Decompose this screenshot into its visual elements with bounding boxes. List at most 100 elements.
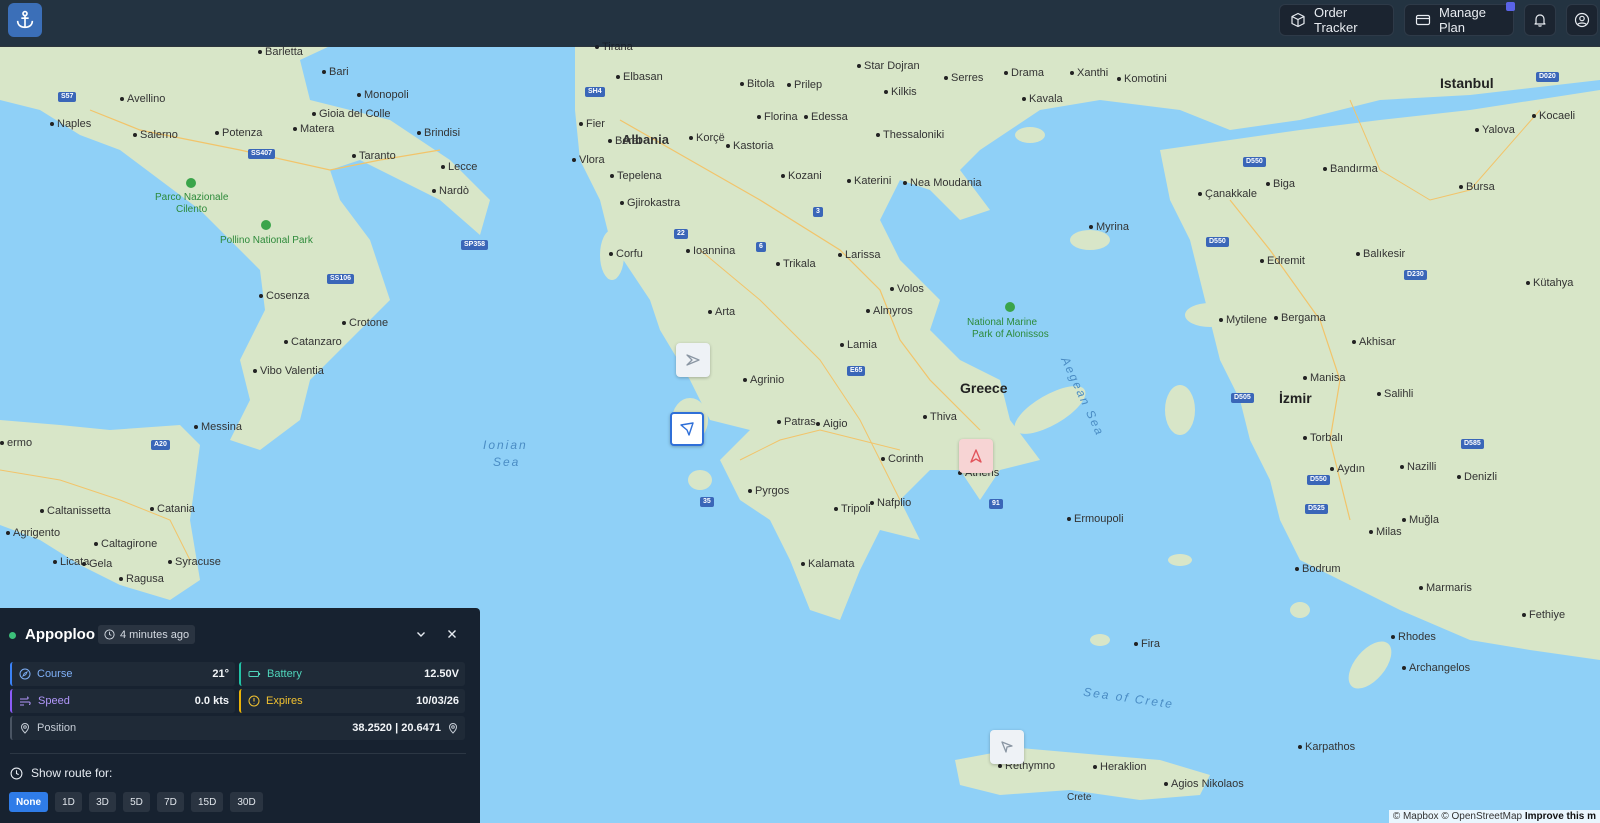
improve-map-link[interactable]: Improve this m [1525,811,1596,822]
city-label: Catania [150,503,195,515]
city-label: Balıkesir [1356,248,1405,260]
history-icon [10,767,23,779]
collapse-button[interactable] [413,626,429,642]
user-menu-button[interactable] [1566,4,1598,36]
close-button[interactable] [444,626,460,642]
city-label: Fier [579,118,605,130]
route-section-title: Show route for: [10,766,112,780]
park-label: Cilento [176,204,208,215]
city-label: Katerini [847,175,891,187]
city-label: Komotini [1117,73,1167,85]
navigation-arrow-icon [680,422,694,436]
home-button[interactable] [8,3,42,37]
city-label: Nardò [432,185,469,197]
city-label: Rhodes [1391,631,1436,643]
route-option-1d[interactable]: 1D [55,792,82,812]
city-label: Çanakkale [1198,188,1257,200]
wind-icon [20,696,31,706]
navigation-arrow-icon [686,354,700,366]
position-label: Position [37,722,77,734]
chevron-down-icon [417,632,425,637]
city-label: Kocaeli [1532,110,1575,122]
city-label: Heraklion [1093,761,1146,773]
road-shield: 91 [989,499,1003,509]
vessel-marker-selected[interactable] [670,412,704,446]
park-label: Park of Alonissos [972,329,1049,340]
city-label: Vlora [572,154,605,166]
road-shield: D505 [1231,393,1254,403]
city-label: Cosenza [259,290,309,302]
city-label: Corinth [881,453,923,465]
city-label: Almyros [866,305,913,317]
manage-plan-button[interactable]: Manage Plan [1404,4,1514,36]
city-label: Prilep [787,79,822,91]
road-shield: A20 [151,440,170,450]
compass-icon [19,668,31,680]
park-icon [1005,302,1015,312]
city-label: Gioia del Colle [312,108,391,120]
city-label: Agrigento [6,527,60,539]
city-label: Ermoupoli [1067,513,1124,525]
route-option-5d[interactable]: 5D [123,792,150,812]
credit-card-icon [1415,14,1431,26]
city-label: Serres [944,72,983,84]
city-label: Barletta [258,46,303,58]
online-status-dot [9,632,16,639]
city-label: Crotone [342,317,388,329]
city-label: Bari [322,66,349,78]
city-label: Potenza [215,127,262,139]
last-seen-badge: 4 minutes ago [98,625,196,644]
order-tracker-button[interactable]: Order Tracker [1279,4,1394,36]
city-label: Fira [1134,638,1160,650]
city-label: Florina [757,111,798,123]
vessel-marker[interactable] [990,730,1024,764]
city-label: Edremit [1260,255,1305,267]
route-option-7d[interactable]: 7D [157,792,184,812]
speed-stat: Speed 0.0 kts [10,689,235,713]
city-label: Muğla [1402,514,1439,526]
city-label: Brindisi [417,127,460,139]
road-shield: D230 [1404,270,1427,280]
city-label: Tepelena [610,170,662,182]
manage-plan-label: Manage Plan [1439,5,1486,35]
speed-label: Speed [38,695,70,707]
park-icon [261,220,271,230]
map-attribution: © Mapbox © OpenStreetMap Improve this m [1388,810,1600,823]
navigation-arrow-icon [1001,741,1013,753]
last-seen-text: 4 minutes ago [120,628,190,641]
vessel-marker-alert[interactable] [959,439,993,473]
city-label: Trikala [776,258,816,270]
city-label: Agrinio [743,374,784,386]
city-label: Thiva [923,411,957,423]
battery-stat: Battery 12.50V [239,662,465,686]
route-title-text: Show route for: [31,766,113,780]
city-label: Kavala [1022,93,1063,105]
city-label: Thessaloniki [876,129,944,141]
route-option-none[interactable]: None [9,792,48,812]
locate-icon[interactable] [447,722,459,734]
road-shield: S57 [58,92,77,102]
road-shield: D550 [1307,475,1330,485]
route-option-3d[interactable]: 3D [89,792,116,812]
city-label: Nea Moudania [903,177,982,189]
vessel-marker[interactable] [676,343,710,377]
notifications-button[interactable] [1524,4,1556,36]
route-option-15d[interactable]: 15D [191,792,224,812]
panel-divider [10,753,466,754]
city-label: Messina [194,421,242,433]
clock-icon [104,629,115,640]
road-shield: 6 [756,242,766,252]
city-label: Vibo Valentia [253,365,324,377]
course-value: 21° [212,668,229,680]
map-pin-icon [20,722,30,734]
city-label: Patras [777,416,816,428]
route-option-30d[interactable]: 30D [230,792,263,812]
alert-circle-icon [248,695,260,707]
city-label: Karpathos [1298,741,1355,753]
road-shield: 22 [674,229,688,239]
city-label: Gela [82,558,112,570]
city-label: Kalamata [801,558,854,570]
city-label: Corfu [609,248,643,260]
city-label: Denizli [1457,471,1497,483]
city-label: Ragusa [119,573,164,585]
